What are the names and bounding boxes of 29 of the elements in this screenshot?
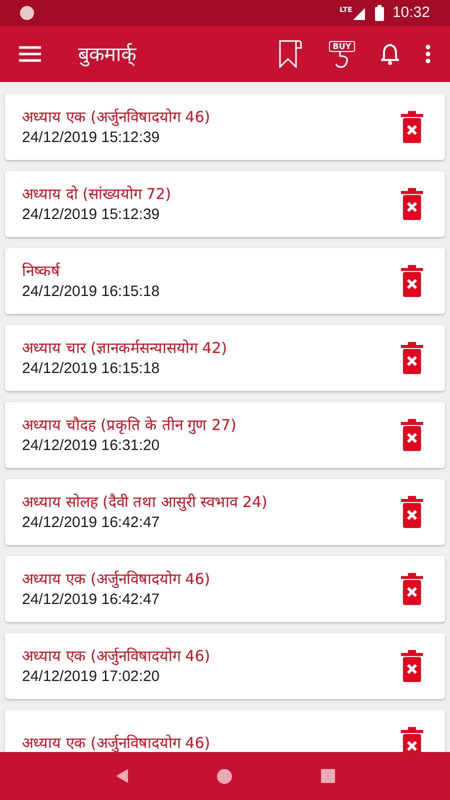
bookmark-title: अध्याय सोलह (दैवी तथा आसुरी स्वभाव 24): [22, 492, 268, 512]
bookmark-date: 24/12/2019 16:15:18: [22, 358, 161, 378]
bookmark-title: अध्याय चौदह (प्रकृति के तीन गुण 27): [22, 414, 238, 434]
bookmark-card[interactable]: अध्याय दो (सांख्ययोग 72) 24/12/2019 15:12:39: [5, 171, 445, 237]
bookmark-date: 24/12/2019 16:42:47: [22, 590, 161, 610]
bookmark-title: अध्याय एक (अर्जुनविषादयोग 46): [22, 568, 212, 588]
bookmark-date: 24/12/2019 16:31:20: [22, 436, 161, 456]
bookmark-date: 24/12/2019 17:02:20: [22, 666, 161, 686]
bookmark-card[interactable]: अध्याय चार (ज्ञानकर्मसन्यासयोग 42) 24/12/2019 16:15:18: [5, 325, 445, 391]
bookmark-card[interactable]: अध्याय एक (अर्जुनविषादयोग 46) 24/12/2019 16:42:47: [5, 556, 445, 622]
bookmark-card[interactable]: अध्याय एक (अर्जुनविषादयोग 46): [5, 710, 445, 752]
bookmark-title: निष्कर्ष: [22, 260, 61, 280]
bookmark-title: अध्याय एक (अर्जुनविषादयोग 46): [22, 106, 212, 126]
bookmark-card[interactable]: अध्याय चौदह (प्रकृति के तीन गुण 27) 24/12/2019 16:31:20: [5, 402, 445, 468]
bookmark-date: 24/12/2019 16:42:47: [22, 512, 161, 532]
clock: 10:32: [392, 2, 430, 23]
screen-title: बुकमार्क्: [78, 41, 136, 68]
bookmark-date: 24/12/2019 15:12:39: [22, 128, 161, 148]
bookmark-card[interactable]: निष्कर्ष 24/12/2019 16:15:18: [5, 248, 445, 314]
bookmark-card[interactable]: अध्याय सोलह (दैवी तथा आसुरी स्वभाव 24) 24/12/2019 16:42:47: [5, 479, 445, 545]
bookmark-card[interactable]: अध्याय एक (अर्जुनविषादयोग 46) 24/12/2019 15:12:39: [5, 94, 445, 160]
bookmark-title: अध्याय दो (सांख्ययोग 72): [22, 184, 172, 204]
buy-button[interactable]: BUY: [322, 34, 362, 74]
bookmark-date: 24/12/2019 16:15:18: [22, 282, 161, 302]
bookmark-title: अध्याय एक (अर्जुनविषादयोग 46): [22, 733, 212, 752]
bookmark-date: 24/12/2019 15:12:39: [22, 204, 161, 224]
bookmark-title: अध्याय एक (अर्जुनविषादयोग 46): [22, 646, 212, 666]
bookmark-card[interactable]: अध्याय एक (अर्जुनविषादयोग 46) 24/12/2019 17:02:20: [5, 633, 445, 699]
bookmark-title: अध्याय चार (ज्ञानकर्मसन्यासयोग 42): [22, 338, 228, 358]
